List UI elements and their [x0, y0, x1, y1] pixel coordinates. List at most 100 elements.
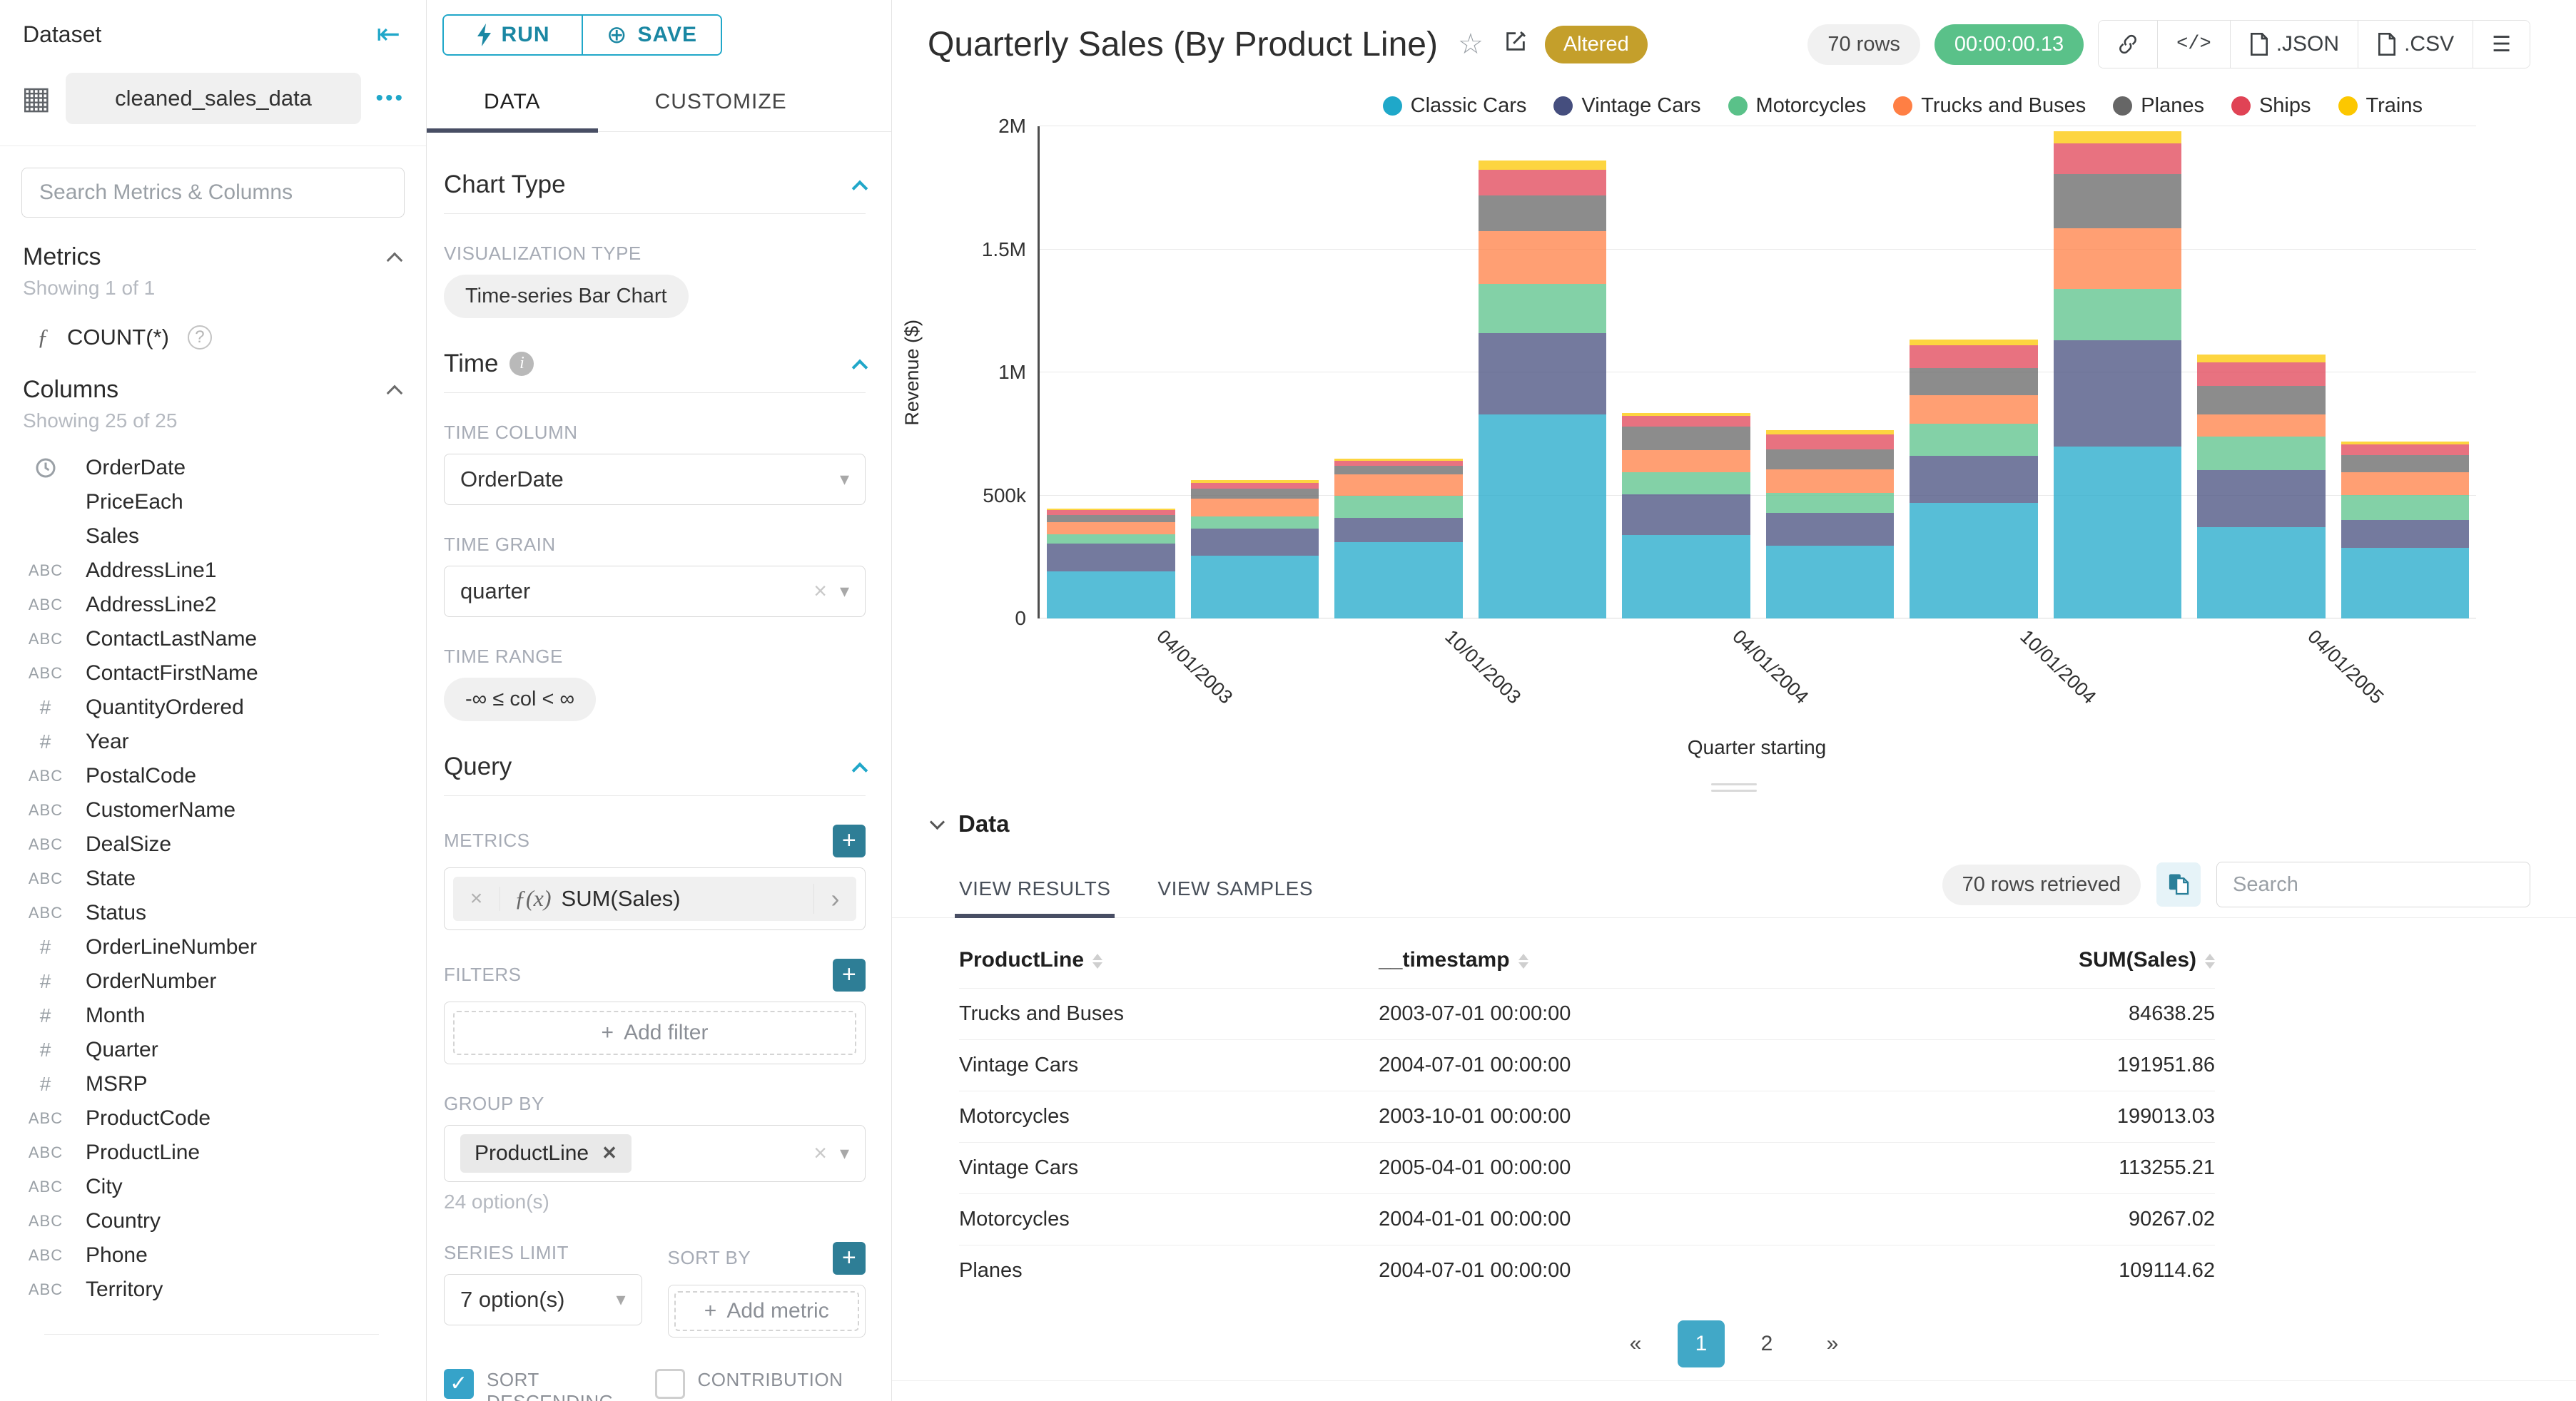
bar-segment-ships[interactable]	[1190, 482, 1319, 489]
legend-item[interactable]: Trains	[2338, 94, 2423, 118]
bar-segment-vintage-cars[interactable]	[1910, 455, 2038, 503]
bar-segment-motorcycles[interactable]	[1190, 516, 1319, 529]
legend-item[interactable]: Vintage Cars	[1553, 94, 1701, 118]
bar-segment-ships[interactable]	[1047, 510, 1175, 516]
bar-segment-motorcycles[interactable]	[1047, 534, 1175, 544]
bar-segment-ships[interactable]	[2197, 362, 2326, 387]
column-item[interactable]: ABC DealSize	[23, 827, 400, 862]
bar-segment-planes[interactable]	[2053, 174, 2181, 229]
column-header-ProductLine[interactable]: ProductLine	[959, 937, 1379, 989]
bar-2004-04-01[interactable]	[1765, 126, 1894, 618]
column-item[interactable]: # Month	[23, 999, 400, 1033]
column-item[interactable]: ABC State	[23, 862, 400, 896]
legend-item[interactable]: Motorcycles	[1728, 94, 1866, 118]
contribution-checkbox[interactable]: CONTRIBUTION	[654, 1368, 866, 1401]
controls-scroll[interactable]: Chart Type VISUALIZATION TYPE Time-serie…	[427, 132, 891, 1401]
bar-segment-planes[interactable]	[1765, 449, 1894, 469]
time-range-pill[interactable]: -∞ ≤ col < ∞	[444, 677, 597, 721]
bar-segment-motorcycles[interactable]	[1622, 472, 1750, 495]
bar-segment-trucks-and-buses[interactable]	[1047, 522, 1175, 534]
add-filter-dropzone[interactable]: + Add filter	[453, 1010, 856, 1055]
bar-segment-ships[interactable]	[1478, 169, 1606, 195]
column-item[interactable]: ABC Territory	[23, 1273, 400, 1307]
table-search-input[interactable]	[2216, 862, 2530, 907]
bar-segment-classic-cars[interactable]	[2341, 547, 2469, 618]
bar-segment-ships[interactable]	[2053, 143, 2181, 175]
bar-segment-planes[interactable]	[2341, 454, 2469, 473]
bar-segment-trucks-and-buses[interactable]	[1765, 469, 1894, 494]
bar-segment-motorcycles[interactable]	[2053, 288, 2181, 341]
bar-segment-planes[interactable]	[1047, 515, 1175, 523]
time-grain-select[interactable]: quarter × ▾	[444, 565, 866, 617]
column-item[interactable]: ABC CustomerName	[23, 793, 400, 827]
columns-collapse-icon[interactable]	[386, 384, 403, 401]
bar-segment-motorcycles[interactable]	[1765, 493, 1894, 513]
tab-view-results[interactable]: VIEW RESULTS	[954, 877, 1115, 918]
bar-segment-motorcycles[interactable]	[1478, 284, 1606, 333]
bar-segment-ships[interactable]	[1622, 415, 1750, 427]
bar-segment-motorcycles[interactable]	[1334, 495, 1463, 518]
bar-segment-classic-cars[interactable]	[2197, 526, 2326, 618]
page-button-«[interactable]: «	[1612, 1320, 1659, 1367]
bar-segment-ships[interactable]	[2341, 444, 2469, 455]
bar-2003-01-01[interactable]	[1047, 126, 1175, 618]
add-metric-button[interactable]: +	[833, 824, 866, 857]
column-item[interactable]: # MSRP	[23, 1067, 400, 1101]
metric-chip[interactable]: × ƒ(x) SUM(Sales) ›	[453, 876, 856, 921]
bar-segment-trucks-and-buses[interactable]	[1334, 474, 1463, 496]
column-item[interactable]: # OrderNumber	[23, 964, 400, 999]
sort-descending-checkbox[interactable]: ✓ SORT DESCENDING	[444, 1368, 655, 1401]
bar-segment-classic-cars[interactable]	[1622, 534, 1750, 618]
clear-icon[interactable]: ×	[813, 1140, 827, 1166]
column-item[interactable]: # QuantityOrdered	[23, 691, 400, 725]
bar-segment-trucks-and-buses[interactable]	[1478, 230, 1606, 285]
column-item[interactable]: ABC ProductLine	[23, 1136, 400, 1170]
column-item[interactable]: ABC Status	[23, 896, 400, 930]
bar-segment-planes[interactable]	[1334, 466, 1463, 475]
bar-segment-vintage-cars[interactable]	[1765, 512, 1894, 546]
legend-item[interactable]: Trucks and Buses	[1893, 94, 2086, 118]
save-button[interactable]: ⊕ SAVE	[583, 16, 721, 54]
bar-segment-trucks-and-buses[interactable]	[1910, 395, 2038, 424]
bar-segment-vintage-cars[interactable]	[1622, 494, 1750, 535]
column-item[interactable]: ABC ProductCode	[23, 1101, 400, 1136]
panel-resize-handle[interactable]	[892, 783, 2576, 792]
column-item[interactable]: PriceEach	[23, 485, 400, 519]
bar-2003-04-01[interactable]	[1190, 126, 1319, 618]
bar-2004-07-01[interactable]	[1910, 126, 2038, 618]
column-item[interactable]: # Quarter	[23, 1033, 400, 1067]
bar-segment-classic-cars[interactable]	[1190, 556, 1319, 618]
bar-segment-trains[interactable]	[1910, 339, 2038, 345]
bar-segment-vintage-cars[interactable]	[2341, 519, 2469, 548]
remove-metric-icon[interactable]: ×	[453, 886, 500, 911]
bar-segment-classic-cars[interactable]	[1334, 542, 1463, 618]
tab-data[interactable]: DATA	[427, 74, 598, 133]
bar-segment-planes[interactable]	[1910, 368, 2038, 396]
page-button-2[interactable]: 2	[1743, 1320, 1790, 1367]
query-collapse-icon[interactable]	[851, 762, 868, 779]
bar-segment-classic-cars[interactable]	[2053, 446, 2181, 618]
time-column-select[interactable]: OrderDate ▾	[444, 453, 866, 505]
bar-segment-ships[interactable]	[1765, 434, 1894, 450]
legend-item[interactable]: Planes	[2113, 94, 2204, 118]
bar-segment-classic-cars[interactable]	[1765, 546, 1894, 618]
bar-segment-classic-cars[interactable]	[1910, 502, 2038, 618]
column-header-__timestamp[interactable]: __timestamp	[1379, 937, 1868, 989]
column-item[interactable]: ABC Country	[23, 1204, 400, 1238]
bar-segment-trains[interactable]	[1478, 161, 1606, 170]
checkbox-unchecked-icon[interactable]	[654, 1368, 685, 1399]
bar-segment-motorcycles[interactable]	[2197, 437, 2326, 471]
data-collapse-icon[interactable]	[929, 814, 945, 830]
export-csv-button[interactable]: .CSV	[2358, 21, 2474, 68]
add-sort-metric-button[interactable]: +	[833, 1241, 866, 1275]
help-icon[interactable]: ?	[187, 325, 212, 350]
dataset-options-icon[interactable]: •••	[375, 86, 405, 111]
bar-segment-planes[interactable]	[1478, 195, 1606, 231]
tab-customize[interactable]: CUSTOMIZE	[598, 74, 844, 131]
bar-segment-vintage-cars[interactable]	[1190, 529, 1319, 556]
viz-type-pill[interactable]: Time-series Bar Chart	[444, 274, 689, 318]
bar-segment-vintage-cars[interactable]	[2197, 470, 2326, 527]
bar-segment-vintage-cars[interactable]	[2053, 340, 2181, 447]
metrics-collapse-icon[interactable]	[386, 252, 403, 268]
collapse-sidebar-icon[interactable]: ⇤	[376, 20, 400, 49]
